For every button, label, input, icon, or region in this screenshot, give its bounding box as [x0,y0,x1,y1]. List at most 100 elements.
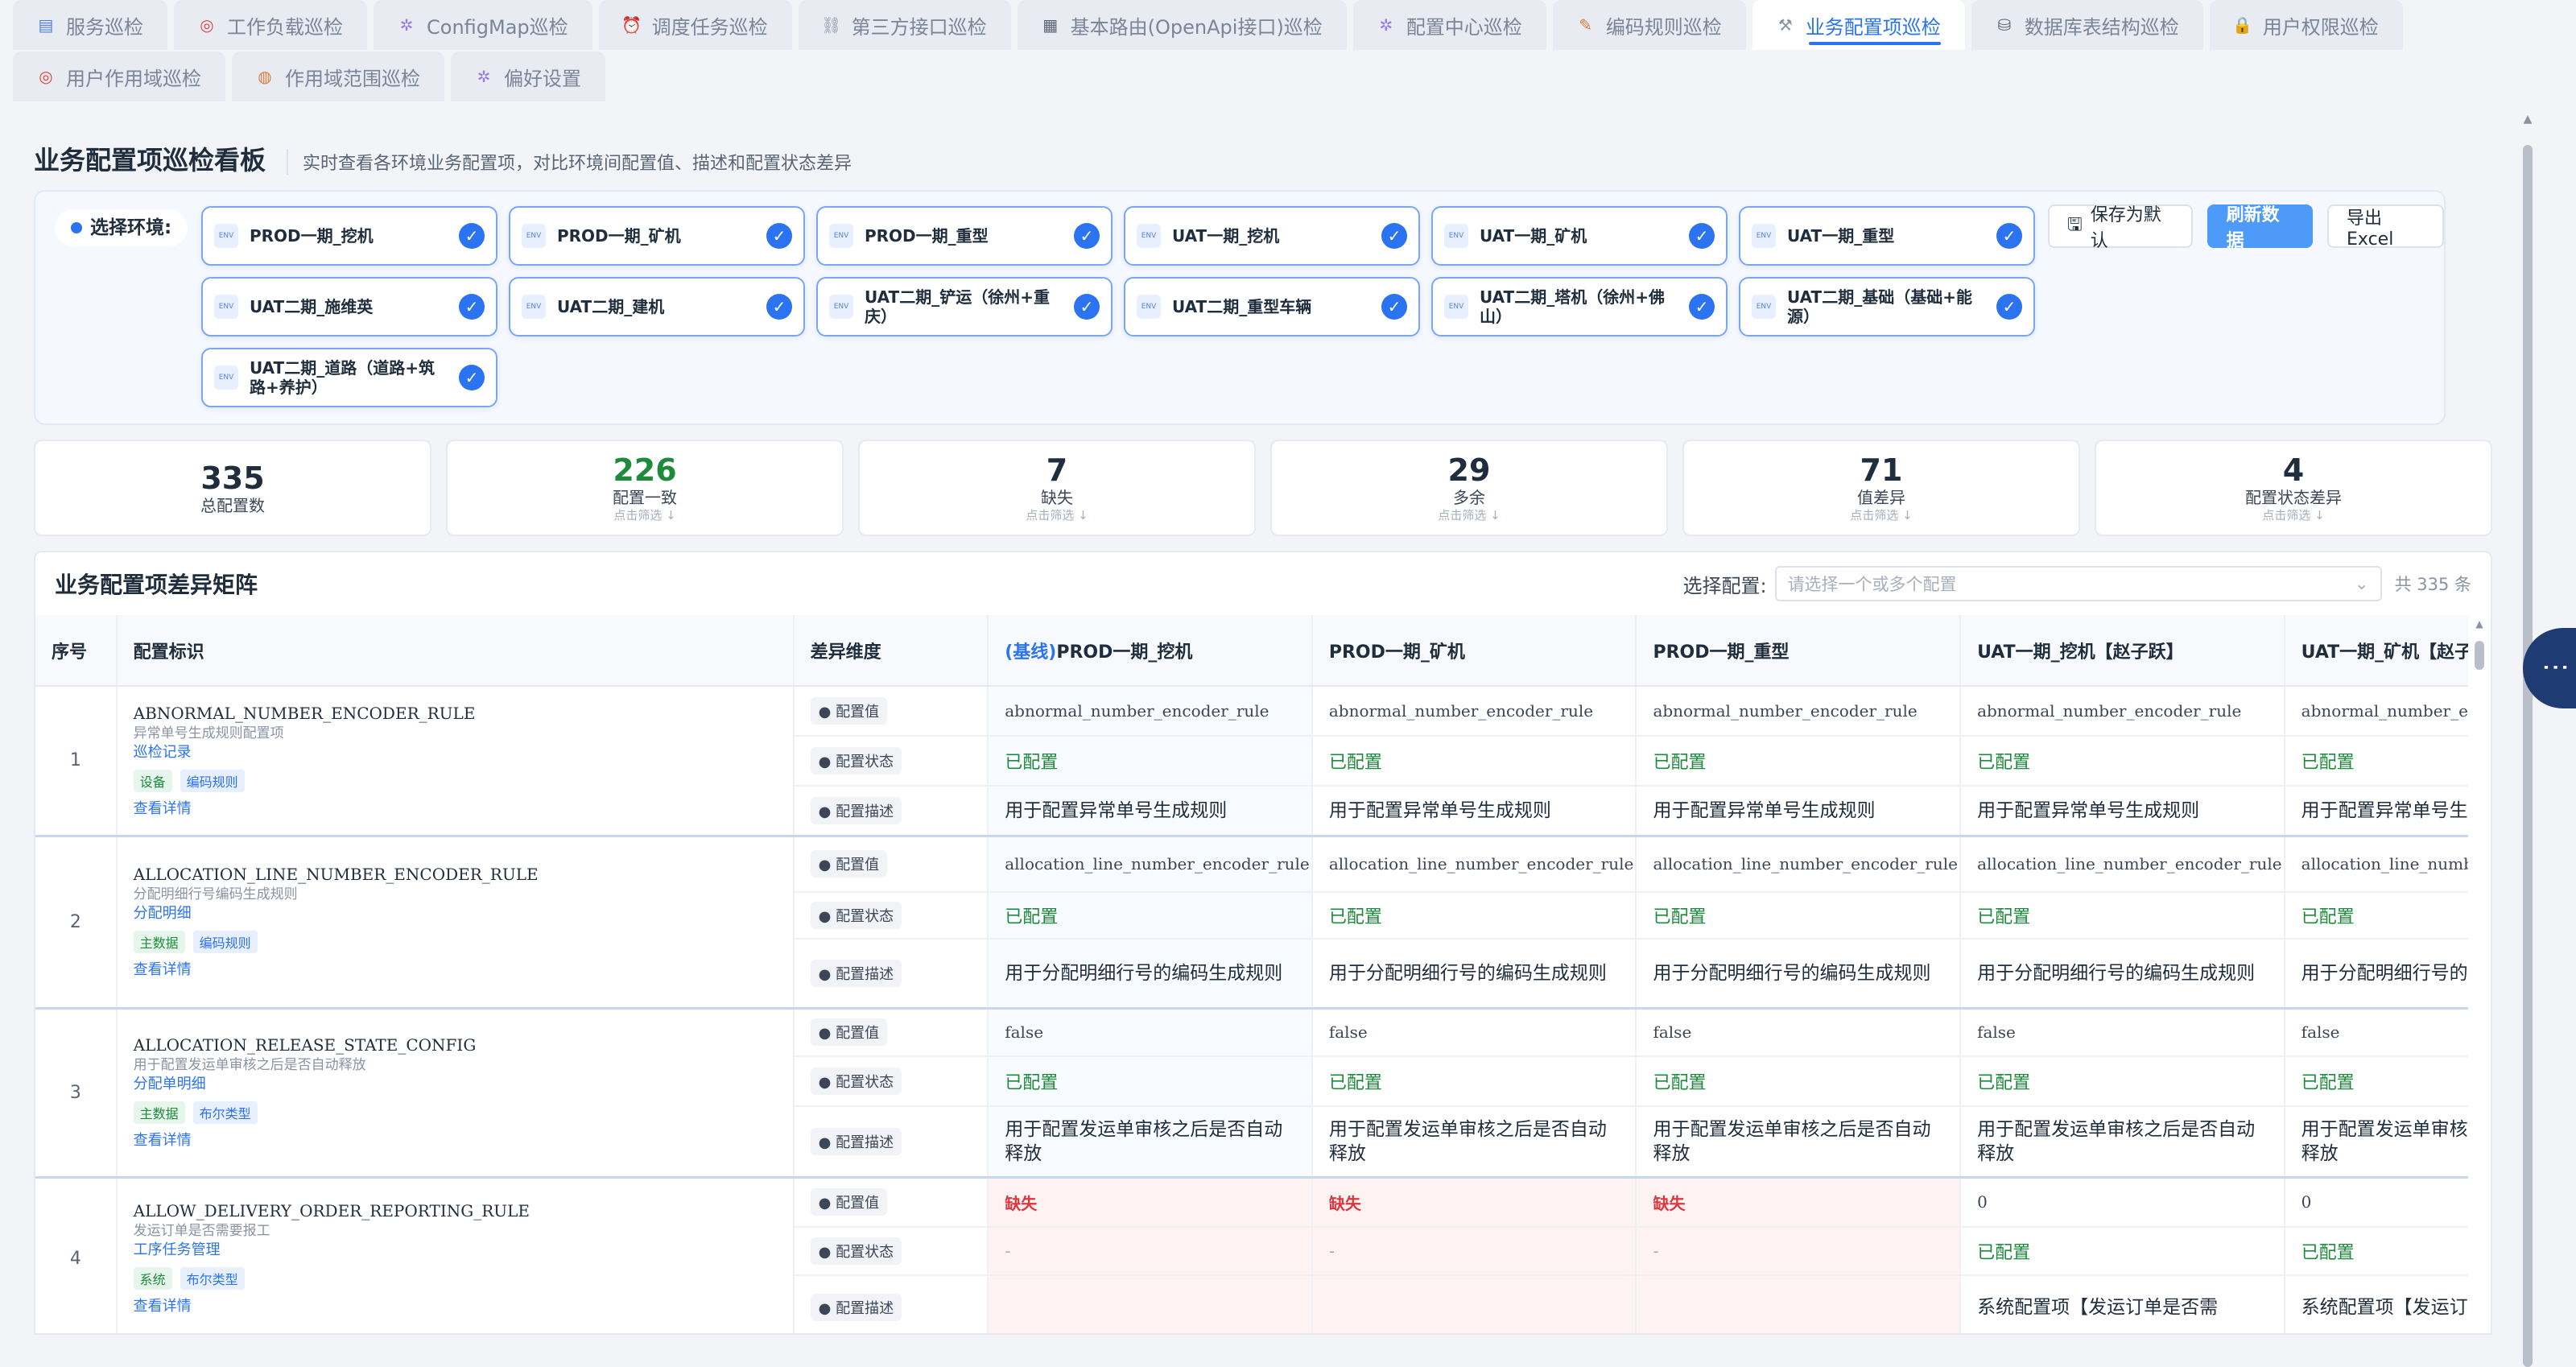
tab-item[interactable]: ◍ 作用域范围巡检 [232,52,444,101]
table-scrollbar[interactable]: ▲ [2473,618,2486,691]
cell-value: 缺失 [1328,1193,1361,1213]
cell-status: 已配置 [1977,753,2031,773]
env-value-cell: 用于配置发运单审核之后是否自动释放 [2284,1106,2468,1178]
column-header-env: (基线)PROD一期_挖机 [988,615,1313,687]
env-value-cell: 已配置 [988,892,1313,940]
checkmark-icon: ✓ [1074,223,1100,249]
matrix-table-scroll[interactable]: 序号 配置标识 差异维度 (基线)PROD一期_挖机 PROD一期_矿机 PROD一期_重… [35,615,2468,1333]
dimension-cell: ● 配置值 [793,1175,989,1228]
tab-label: 基本路由(OpenApi接口)巡检 [1070,15,1323,39]
table-scrollbar-thumb[interactable] [2475,641,2484,670]
tab-item[interactable]: ✲ 配置中心巡检 [1352,0,1546,50]
stat-card[interactable]: 71 值差异 点击筛选 ↓ [1682,440,2080,536]
tab-item[interactable]: ⛁ 数据库表结构巡检 [1971,0,2203,50]
tab-item[interactable]: ✎ 编码规则巡检 [1552,0,1746,50]
tab-item[interactable]: ▤ 服务巡检 [13,0,167,50]
env-value-cell: 0 [2284,1175,2468,1228]
refresh-label: 刷新数据 [2226,205,2280,251]
view-detail-link[interactable]: 查看详情 [134,960,777,981]
environment-checkbox-card[interactable]: ENV PROD一期_矿机 ✓ [509,206,805,266]
export-excel-button[interactable]: 导出Excel [2327,204,2445,250]
tab-item[interactable]: ⏰ 调度任务巡检 [598,0,792,50]
view-detail-link[interactable]: 查看详情 [134,1296,777,1317]
environment-name: UAT一期_挖机 [1172,226,1280,246]
tab-item[interactable]: 🔒 用户权限巡检 [2209,0,2403,50]
view-detail-link[interactable]: 查看详情 [134,1130,777,1151]
environment-name: PROD一期_挖机 [250,226,374,246]
tab-item[interactable]: ⚒ 业务配置项巡检 [1752,0,1965,50]
environment-name: UAT二期_基础（基础+能源） [1787,287,1972,326]
matrix-title: 业务配置项差异矩阵 [55,572,258,598]
environment-checkbox-card[interactable]: ENV UAT二期_道路（道路+筑路+养护） ✓ [201,348,497,407]
environment-checkbox-card[interactable]: ENV UAT一期_重型 ✓ [1739,206,2035,266]
stat-card[interactable]: 226 配置一致 点击筛选 ↓ [446,440,844,536]
tab-label: 工作负载巡检 [227,15,343,39]
tab-item[interactable]: ◎ 用户作用域巡检 [13,52,225,101]
env-value-cell: abnormal_number_encoder_rule [988,686,1313,737]
cell-desc: 用于配置发运单审核之后是否自动释放 [2301,1118,2468,1164]
env-value-cell: 用于配置发运单审核之后是否自动释放 [988,1106,1313,1178]
cell-status: 已配置 [1977,1243,2031,1263]
config-tag: 布尔类型 [192,1101,258,1124]
environment-checkbox-card[interactable]: ENV PROD一期_挖机 ✓ [201,206,497,266]
stat-card[interactable]: 29 多余 点击筛选 ↓ [1270,440,1668,536]
config-menu-link[interactable]: 巡检记录 [134,742,777,763]
cell-desc: 用于分配明细行号的编码生成规则 [1328,962,1607,984]
env-value-cell: 用于配置异常单号生成规则 [2284,786,2468,836]
env-badge: ENV [522,224,546,248]
cell-desc: 用于配置异常单号生成规则 [2301,799,2468,821]
cell-desc: 用于配置异常单号生成规则 [1005,799,1228,821]
stat-value: 4 [2282,452,2305,488]
environment-name: UAT一期_重型 [1787,226,1895,246]
env-value-cell: 已配置 [1960,892,2285,940]
page-scrollbar-thumb[interactable] [2523,145,2533,1367]
environment-checkbox-card[interactable]: ENV UAT二期_基础（基础+能源） ✓ [1739,277,2035,337]
environment-checkbox-card[interactable]: ENV UAT一期_矿机 ✓ [1431,206,1728,266]
config-key: ALLOW_DELIVERY_ORDER_REPORTING_RULE [133,1201,530,1221]
lock-icon: 🔒 [2232,15,2253,35]
tab-item[interactable]: ✲ ConfigMap巡检 [374,0,592,50]
dimension-tag: ● 配置状态 [810,747,902,774]
env-value-cell: 已配置 [988,1056,1313,1107]
dimension-tag: ● 配置状态 [810,1237,902,1265]
stat-card[interactable]: 7 缺失 点击筛选 ↓ [858,440,1256,536]
target-icon: ◎ [39,67,53,86]
environment-checkbox-card[interactable]: ENV UAT一期_挖机 ✓ [1124,206,1420,266]
env-value-cell: 已配置 [2284,1056,2468,1107]
env-value-cell: 已配置 [2284,892,2468,940]
tab-item[interactable]: ◎ 工作负载巡检 [174,0,367,50]
dimension-cell: ● 配置状态 [793,892,989,940]
tab-item[interactable]: ⛓ 第三方接口巡检 [798,0,1011,50]
environment-checkbox-card[interactable]: ENV UAT二期_重型车辆 ✓ [1124,277,1420,337]
config-menu-link[interactable]: 分配明细 [134,903,777,924]
stat-filter-hint: 点击筛选 ↓ [1438,508,1501,522]
page-scrollbar[interactable]: ▲ [2521,113,2534,1367]
environment-checkbox-card[interactable]: ENV UAT二期_铲运（徐州+重庆） ✓ [816,277,1113,337]
cell-value: false [2301,1022,2340,1043]
environment-checkbox-card[interactable]: ENV UAT二期_建机 ✓ [509,277,805,337]
env-value-cell: 用于配置异常单号生成规则 [988,786,1313,836]
cell-desc: 系统配置项【发运订单是否需 [2301,1297,2468,1318]
environment-checkbox-card[interactable]: ENV UAT二期_塔机（徐州+佛山） ✓ [1431,277,1728,337]
tab-item[interactable]: ✲ 偏好设置 [451,52,605,101]
config-key-description: 发运订单是否需要报工 [133,1223,270,1240]
config-select[interactable]: 请选择一个或多个配置 ⌄ [1774,566,2382,601]
save-default-button[interactable]: 🖫 保存为默认 [2048,204,2193,251]
config-menu-link[interactable]: 工序任务管理 [134,1240,777,1261]
view-detail-link[interactable]: 查看详情 [134,799,777,820]
env-value-cell: 用于分配明细行号的编码生成规则 [1636,939,1962,1009]
config-tags: 系统 布尔类型 [133,1267,777,1291]
tab-item[interactable]: ▦ 基本路由(OpenApi接口)巡检 [1017,0,1347,50]
environment-checkbox-card[interactable]: ENV PROD一期_重型 ✓ [816,206,1113,266]
stat-value: 71 [1860,452,1903,488]
env-badge: ENV [522,295,546,319]
scroll-up-arrow[interactable]: ▲ [2473,618,2486,630]
env-value-cell: false [2284,1006,2468,1057]
environment-checkbox-card[interactable]: ENV UAT二期_施维英 ✓ [201,277,497,337]
page-subtitle: 实时查看各环境业务配置项，对比环境间配置值、描述和配置状态差异 [287,149,852,175]
refresh-button[interactable]: 刷新数据 [2207,204,2314,251]
config-menu-link[interactable]: 分配单明细 [134,1074,777,1095]
stat-card[interactable]: 4 配置状态差异 点击筛选 ↓ [2095,440,2492,536]
env-value-cell: 0 [1960,1175,2285,1228]
scroll-up-arrow[interactable]: ▲ [2521,113,2534,126]
